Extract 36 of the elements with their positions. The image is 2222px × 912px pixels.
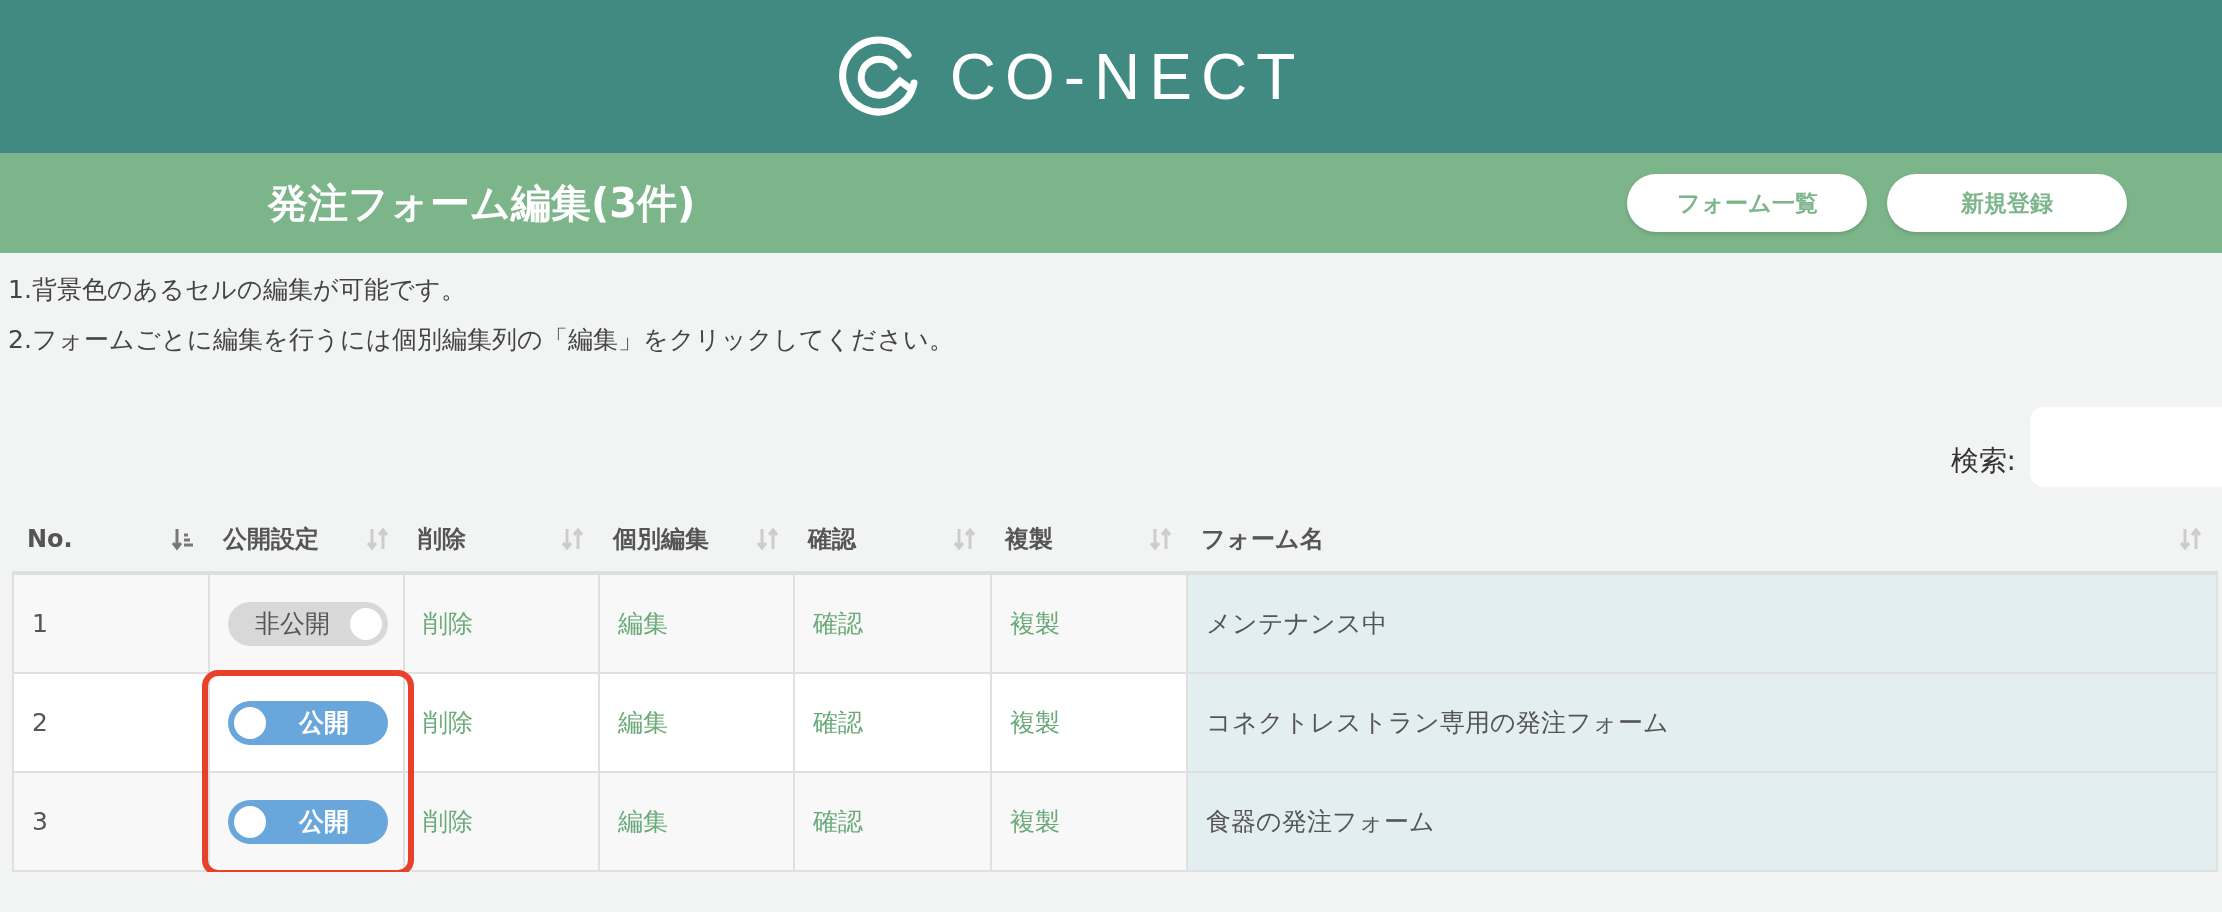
column-header: 複製 [1005, 524, 1053, 555]
row-number: 3 [32, 807, 48, 836]
column-header: 削除 [418, 524, 466, 555]
confirm-link[interactable]: 確認 [813, 708, 863, 737]
logo-text: CO-NECT [949, 39, 1305, 114]
row-number: 1 [32, 609, 48, 638]
nav-button[interactable]: フォーム一覧 [1627, 174, 1867, 232]
form-name: 食器の発注フォーム [1206, 807, 1435, 836]
confirm-link[interactable]: 確認 [813, 807, 863, 836]
edit-link[interactable]: 編集 [618, 708, 668, 737]
instruction-text: 2.フォームごとに編集を行うには個別編集列の「編集」をクリックしてください。 [7, 324, 955, 356]
delete-link[interactable]: 削除 [423, 609, 473, 638]
publish-toggle[interactable]: 公開 [228, 799, 388, 844]
column-header: フォーム名 [1201, 524, 1324, 555]
delete-link[interactable]: 削除 [423, 708, 473, 737]
column-header: 公開設定 [223, 524, 319, 555]
nav-button[interactable]: 新規登録 [1887, 174, 2127, 232]
copy-link[interactable]: 複製 [1010, 609, 1060, 638]
form-name: メンテナンス中 [1206, 609, 1387, 638]
edit-link[interactable]: 編集 [618, 807, 668, 836]
column-header: 個別編集 [613, 524, 709, 555]
column-header: No. [27, 525, 73, 553]
instruction-text: 1.背景色のあるセルの編集が可能です。 [7, 274, 467, 306]
page-title: 発注フォーム編集(3件) [268, 178, 697, 228]
publish-toggle[interactable]: 非公開 [228, 601, 388, 646]
edit-link[interactable]: 編集 [618, 609, 668, 638]
column-header: 確認 [808, 524, 856, 555]
row-number: 2 [32, 708, 48, 737]
delete-link[interactable]: 削除 [423, 807, 473, 836]
publish-toggle[interactable]: 公開 [228, 700, 388, 745]
copy-link[interactable]: 複製 [1010, 807, 1060, 836]
confirm-link[interactable]: 確認 [813, 609, 863, 638]
copy-link[interactable]: 複製 [1010, 708, 1060, 737]
sort-icon[interactable] [171, 527, 195, 551]
form-name: コネクトレストラン専用の発注フォーム [1206, 708, 1669, 737]
search-label: 検索: [1950, 443, 2016, 479]
